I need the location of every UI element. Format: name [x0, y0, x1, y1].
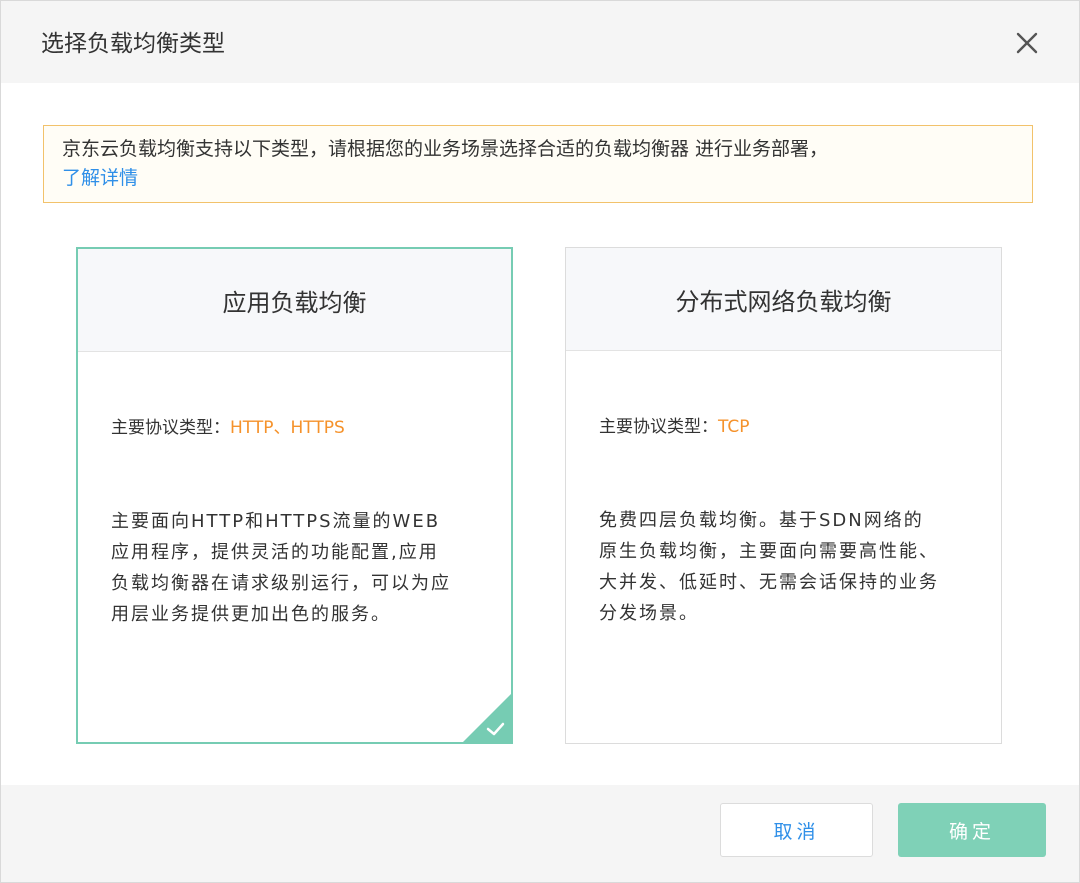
card-description: 免费四层负载均衡。基于SDN网络的原生负载均衡，主要面向需要高性能、大并发、低延…: [599, 510, 939, 624]
protocol-label: 主要协议类型：: [599, 417, 718, 437]
protocol-value: HTTP、HTTPS: [230, 418, 345, 438]
card-application-lb[interactable]: 应用负载均衡 主要协议类型：HTTP、HTTPS 主要面向HTTP和HTTPS流…: [76, 247, 513, 744]
dialog-title: 选择负载均衡类型: [41, 31, 225, 57]
protocol-value: TCP: [718, 417, 750, 437]
selected-check-icon: [463, 694, 511, 742]
protocol-label: 主要协议类型：: [111, 418, 230, 438]
protocol-info: 主要协议类型：HTTP、HTTPS: [111, 415, 345, 441]
dialog-header: 选择负载均衡类型: [1, 1, 1079, 83]
protocol-info: 主要协议类型：TCP: [599, 414, 750, 440]
card-title: 分布式网络负载均衡: [566, 248, 1001, 351]
card-distributed-network-lb[interactable]: 分布式网络负载均衡 主要协议类型：TCP 免费四层负载均衡。基于SDN网络的原生…: [565, 247, 1002, 744]
confirm-button[interactable]: 确定: [898, 803, 1046, 857]
dialog: 选择负载均衡类型 京东云负载均衡支持以下类型，请根据您的业务场景选择合适的负载均…: [0, 0, 1080, 883]
close-icon[interactable]: [1013, 29, 1041, 57]
notice-text: 京东云负载均衡支持以下类型，请根据您的业务场景选择合适的负载均衡器 进行业务部署…: [62, 138, 829, 160]
notice-banner: 京东云负载均衡支持以下类型，请根据您的业务场景选择合适的负载均衡器 进行业务部署…: [43, 125, 1033, 203]
card-title: 应用负载均衡: [78, 249, 511, 352]
card-description: 主要面向HTTP和HTTPS流量的WEB应用程序，提供灵活的功能配置,应用负载均…: [111, 511, 451, 625]
cancel-button[interactable]: 取消: [720, 803, 873, 857]
learn-more-link[interactable]: 了解详情: [62, 167, 138, 189]
